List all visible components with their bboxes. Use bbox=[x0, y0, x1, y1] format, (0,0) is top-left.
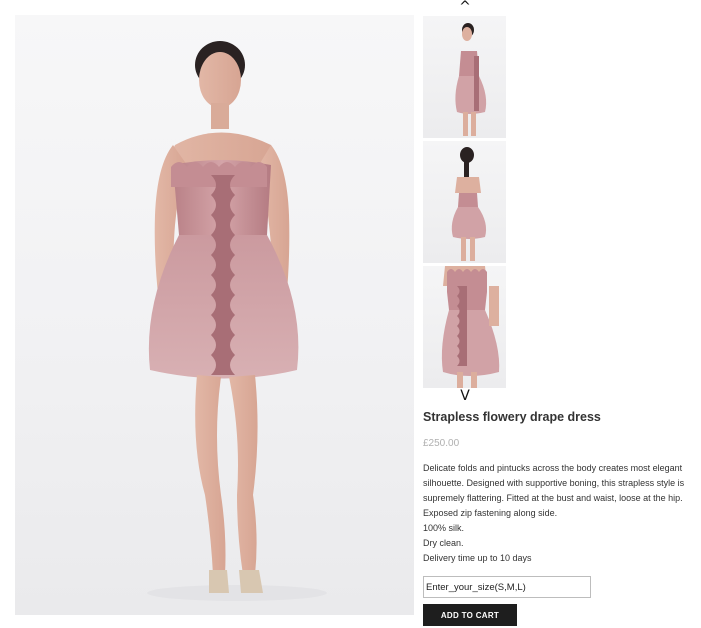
gallery-up-arrow-icon[interactable]: ^ bbox=[423, 0, 507, 14]
product-info: Strapless flowery drape dress £250.00 De… bbox=[423, 409, 688, 566]
size-input[interactable] bbox=[423, 576, 591, 598]
thumbnail-back-view[interactable] bbox=[423, 141, 506, 263]
gallery-down-arrow-icon[interactable]: V bbox=[423, 389, 507, 403]
description-text: Delicate folds and pintucks across the b… bbox=[423, 463, 685, 518]
product-title: Strapless flowery drape dress bbox=[423, 410, 601, 424]
material-text: 100% silk. bbox=[423, 523, 465, 533]
delivery-text: Delivery time up to 10 days bbox=[423, 553, 532, 563]
product-page: ^ V Strapless flowery drape dress £250.0… bbox=[0, 0, 701, 628]
thumbnail-detail-illustration bbox=[441, 266, 500, 388]
main-product-image[interactable] bbox=[15, 15, 414, 615]
product-description: Delicate folds and pintucks across the b… bbox=[423, 461, 688, 566]
add-to-cart-button[interactable]: ADD TO CART bbox=[423, 604, 517, 626]
model-in-dress-illustration bbox=[147, 41, 327, 601]
thumbnail-side-view[interactable] bbox=[423, 16, 506, 138]
thumbnail-back-illustration bbox=[451, 147, 487, 261]
thumbnail-side-illustration bbox=[455, 23, 487, 136]
care-text: Dry clean. bbox=[423, 538, 464, 548]
thumbnail-detail-view[interactable] bbox=[423, 266, 506, 388]
product-price: £250.00 bbox=[423, 438, 460, 449]
thumbnail-gallery: ^ V bbox=[423, 0, 507, 405]
